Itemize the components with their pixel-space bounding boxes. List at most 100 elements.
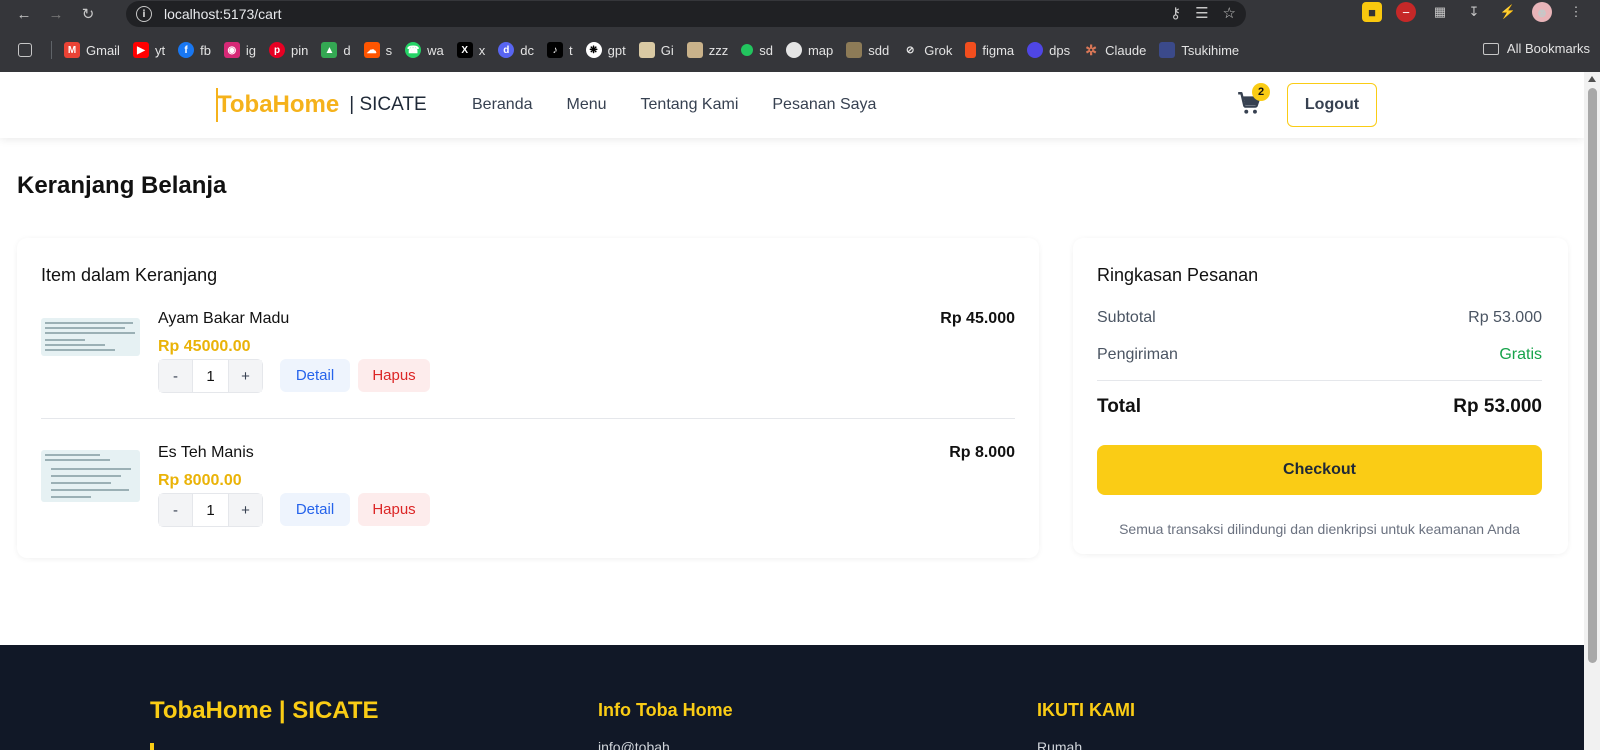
youtube-icon: ▶ [132,42,149,58]
tiktok-icon: ♪ [547,42,563,58]
site-footer: TobaHome | SICATE Info Toba Home info@to… [0,645,1584,750]
bookmark-s[interactable]: ☁ s [363,42,392,58]
logo-subtitle: | SICATE [349,94,427,115]
reload-icon[interactable]: ↻ [76,2,100,26]
extensions-puzzle-icon[interactable]: ▦ [1430,2,1450,22]
bookmark-x[interactable]: Xx [456,42,486,58]
site-header: TobaHome | SICATE Beranda Menu Tentang K… [0,72,1584,138]
page-scrollbar[interactable] [1584,72,1600,750]
footer-info-heading: Info Toba Home [598,700,733,720]
all-bookmarks[interactable]: All Bookmarks [1482,41,1590,56]
bookmark-sd[interactable]: sd [741,43,773,58]
item-total-price: Rp 8.000 [949,444,1015,461]
page-title: Keranjang Belanja [17,172,227,199]
adblock-icon[interactable]: − [1396,2,1416,22]
quantity-value[interactable]: 1 [192,494,229,526]
cart-items-card: Item dalam Keranjang Ayam Bakar Madu Rp … [17,238,1039,558]
bookmark-gpt[interactable]: ❋ gpt [585,42,626,58]
decrease-quantity-button[interactable]: - [159,494,192,526]
site-info-icon[interactable]: i [136,6,152,22]
discord-icon: d [498,42,515,58]
shipping-label: Pengiriman [1097,346,1178,363]
bookmark-sdd[interactable]: sdd [846,42,889,58]
bookmark-grok[interactable]: ⊘ Grok [902,42,952,58]
bookmark-label: x [478,42,486,58]
total-value: Rp 53.000 [1453,396,1542,417]
bookmark-star-icon[interactable]: ☆ [1223,4,1236,22]
back-icon[interactable]: ← [12,2,36,26]
soundcloud-icon: ☁ [363,42,380,58]
cart-button[interactable]: 2 [1236,83,1270,120]
item-thumbnail[interactable] [41,318,140,356]
item-name: Ayam Bakar Madu [158,310,290,327]
bookmark-label: Grok [924,42,953,58]
bookmark-gmail[interactable]: M Gmail [64,42,120,58]
remove-button[interactable]: Hapus [358,359,430,392]
nav-tentang-kami[interactable]: Tentang Kami [641,96,739,114]
bookmarks-bar: M Gmail ▶ yt f fb ◉ ig p pin ▲ d ☁ s ☎ wa Xx d dc… [0,28,1600,72]
footer-info-email[interactable]: info@tobah... [598,739,682,750]
logout-button[interactable]: Logout [1287,83,1377,127]
bookmark-label: fb [200,42,211,58]
extension-yellow-icon[interactable]: ■ [1362,2,1382,22]
performance-icon[interactable]: ⚡ [1498,2,1518,22]
nav-menu[interactable]: Menu [567,96,607,114]
bookmark-label: Claude [1105,42,1147,58]
bookmark-wa[interactable]: ☎ wa [405,42,444,58]
facebook-icon: f [178,42,195,58]
remove-button[interactable]: Hapus [358,493,430,526]
bookmark-label: d [343,42,351,58]
item-thumbnail[interactable] [41,450,140,502]
address-bar[interactable]: i localhost:5173/cart ⚷ ☰ ☆ [126,1,1246,27]
bookmark-claude[interactable]: ✲ Claude [1083,42,1146,58]
footer-brand: TobaHome | SICATE [150,697,379,724]
bookmark-dps[interactable]: dps [1027,42,1070,58]
scroll-up-arrow-icon[interactable] [1588,76,1596,82]
password-key-icon[interactable]: ⚷ [1170,4,1181,22]
decrease-quantity-button[interactable]: - [159,360,192,392]
item-unit-price: Rp 8000.00 [158,472,242,489]
bookmark-zzz[interactable]: zzz [686,42,728,58]
detail-button[interactable]: Detail [280,359,350,392]
forward-icon[interactable]: → [44,2,68,26]
subtotal-value: Rp 53.000 [1468,309,1542,326]
bookmark-tsukihime[interactable]: Tsukihime [1159,42,1239,58]
menu-dots-icon[interactable]: ⋮ [1566,2,1586,22]
shipping-value: Gratis [1499,346,1542,363]
pinterest-icon: p [269,42,286,58]
site-logo[interactable]: TobaHome | SICATE [217,91,427,119]
sd-icon [741,44,754,56]
logo-text: TobaHome [217,91,340,118]
sdd-icon [846,42,863,58]
bookmark-ig[interactable]: ◉ ig [223,42,256,58]
bookmark-map[interactable]: map [785,42,833,58]
scroll-thumb[interactable] [1588,88,1597,663]
total-label: Total [1097,396,1141,417]
quantity-value[interactable]: 1 [192,360,229,392]
translate-icon[interactable]: ☰ [1195,4,1208,22]
download-icon[interactable]: ↧ [1464,2,1484,22]
profile-avatar-icon[interactable]: ☻ [1532,2,1552,22]
dps-icon [1027,42,1044,58]
apps-grid-icon[interactable] [18,43,38,57]
increase-quantity-button[interactable]: + [229,494,262,526]
security-note: Semua transaksi dilindungi dan dienkrips… [1119,521,1520,537]
bookmark-t[interactable]: ♪ t [547,42,573,58]
bookmark-label: Tsukihime [1181,42,1240,58]
zzz-icon [686,42,703,58]
footer-follow-link[interactable]: Rumah... [1037,739,1094,750]
bookmark-yt[interactable]: ▶ yt [132,42,165,58]
bookmark-pin[interactable]: p pin [269,42,308,58]
bookmark-label: dps [1049,42,1071,58]
increase-quantity-button[interactable]: + [229,360,262,392]
bookmark-figma[interactable]: figma [965,42,1014,58]
bookmark-dc[interactable]: d dc [498,42,534,58]
bookmark-d[interactable]: ▲ d [321,42,351,58]
detail-button[interactable]: Detail [280,493,350,526]
nav-pesanan-saya[interactable]: Pesanan Saya [772,96,876,114]
checkout-button[interactable]: Checkout [1097,445,1542,495]
bookmark-label: Gi [660,42,674,58]
nav-beranda[interactable]: Beranda [472,96,533,114]
bookmark-fb[interactable]: f fb [178,42,211,58]
bookmark-gi[interactable]: Gi [638,42,674,58]
